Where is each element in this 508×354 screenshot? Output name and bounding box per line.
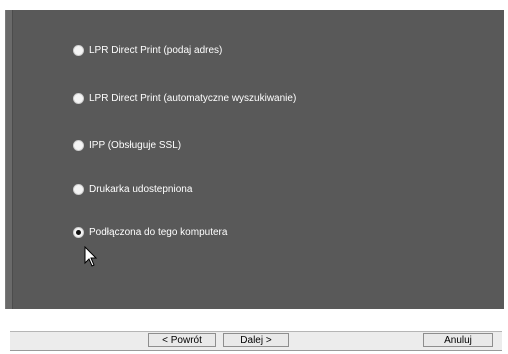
option-label: IPP (Obsługuje SSL) [89, 139, 182, 151]
option-lpr-auto[interactable]: LPR Direct Print (automatyczne wyszukiwa… [73, 90, 296, 106]
option-ipp[interactable]: IPP (Obsługuje SSL) [73, 137, 181, 153]
wizard-button-bar: < Powrót Dalej > Anuluj [10, 331, 502, 351]
option-label: Drukarka udostepniona [89, 183, 193, 195]
radio-button-icon[interactable] [73, 183, 84, 195]
back-button[interactable]: < Powrót [148, 333, 216, 347]
option-label: Podłączona do tego komputera [89, 226, 228, 238]
option-label: LPR Direct Print (podaj adres) [89, 44, 223, 56]
option-shared-printer[interactable]: Drukarka udostepniona [73, 181, 192, 197]
radio-button-icon[interactable] [73, 139, 84, 151]
panel-edge [6, 10, 13, 309]
next-button[interactable]: Dalej > [223, 333, 289, 347]
radio-button-icon[interactable] [73, 226, 84, 238]
printer-connection-wizard: LPR Direct Print (podaj adres) LPR Direc… [0, 0, 508, 354]
cancel-button[interactable]: Anuluj [423, 333, 493, 347]
option-lpr-address[interactable]: LPR Direct Print (podaj adres) [73, 42, 222, 58]
option-local-computer[interactable]: Podłączona do tego komputera [73, 224, 227, 240]
radio-button-icon[interactable] [73, 44, 84, 56]
options-panel: LPR Direct Print (podaj adres) LPR Direc… [5, 10, 504, 309]
option-label: LPR Direct Print (automatyczne wyszukiwa… [89, 92, 297, 104]
radio-button-icon[interactable] [73, 92, 84, 104]
mouse-pointer-icon [84, 246, 98, 267]
